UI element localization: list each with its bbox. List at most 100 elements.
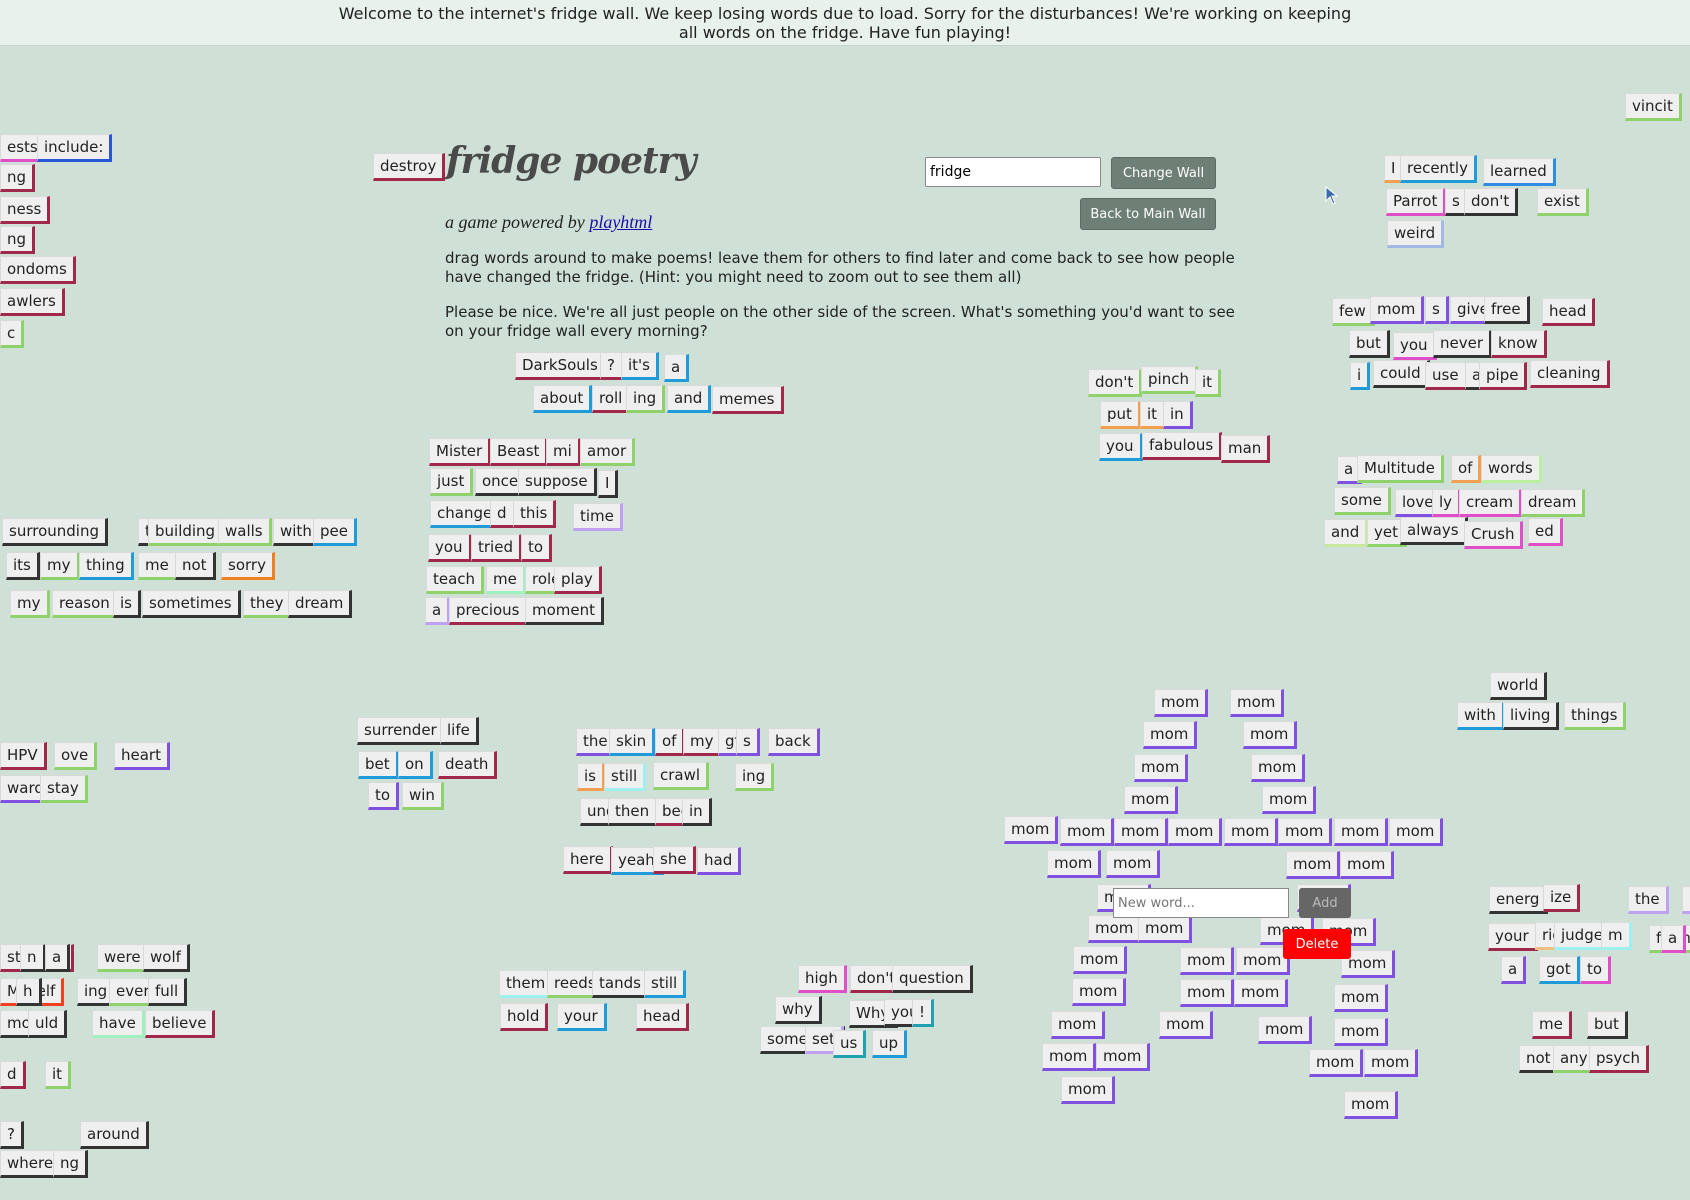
word-magnet-mom[interactable]: mom (1334, 1018, 1389, 1046)
word-magnet[interactable]: on (398, 751, 433, 779)
word-magnet[interactable]: then (608, 798, 659, 826)
word-magnet-mom[interactable]: mom (1051, 1011, 1106, 1039)
word-magnet[interactable]: my (683, 728, 723, 756)
word-magnet[interactable]: wolf (143, 944, 190, 972)
word-magnet[interactable]: ng (53, 1150, 89, 1178)
new-word-input[interactable] (1113, 888, 1289, 918)
word-magnet-mom[interactable]: mom (1389, 818, 1444, 846)
word-magnet-mom[interactable]: mom (1060, 818, 1115, 846)
word-magnet[interactable]: free (1484, 296, 1530, 324)
word-magnet[interactable]: my (40, 552, 80, 580)
word-magnet[interactable]: thing (79, 552, 134, 580)
word-magnet[interactable]: suppose (518, 468, 597, 496)
word-magnet[interactable]: c (0, 320, 25, 348)
word-magnet[interactable]: pipe (1479, 362, 1528, 390)
word-magnet[interactable]: ness (0, 196, 51, 224)
word-magnet[interactable]: my (10, 590, 50, 618)
word-magnet[interactable]: man (1221, 435, 1271, 463)
word-magnet[interactable]: up (872, 1030, 908, 1058)
word-magnet[interactable]: me (1532, 1011, 1572, 1039)
word-magnet[interactable]: s (1425, 296, 1449, 324)
word-magnet[interactable]: mi (546, 438, 581, 466)
word-magnet[interactable]: hold (500, 1003, 549, 1031)
word-magnet[interactable]: the (1628, 886, 1669, 914)
word-magnet-mom[interactable]: mom (1138, 915, 1193, 943)
word-magnet[interactable]: walls (218, 518, 272, 546)
word-magnet-mom[interactable]: mom (1047, 850, 1102, 878)
word-magnet[interactable]: heart (114, 742, 170, 770)
word-magnet[interactable]: still (644, 970, 687, 998)
word-magnet[interactable]: still (604, 763, 647, 791)
word-magnet[interactable]: here (563, 846, 613, 874)
word-magnet-mom[interactable]: mom (1159, 1011, 1214, 1039)
word-magnet[interactable]: tried (471, 534, 522, 562)
word-magnet[interactable]: this (513, 500, 557, 528)
word-magnet[interactable]: teach (426, 566, 485, 594)
word-magnet[interactable]: Multitude (1357, 455, 1444, 483)
word-magnet-mom[interactable]: mom (1234, 979, 1289, 1007)
word-magnet[interactable]: Parrot (1386, 188, 1447, 216)
word-magnet[interactable]: of (655, 728, 686, 756)
word-magnet[interactable]: amor (580, 438, 636, 466)
word-magnet[interactable]: don't (1464, 188, 1519, 216)
word-magnet[interactable]: psych (1589, 1045, 1649, 1073)
word-magnet[interactable]: it's (621, 352, 659, 380)
word-magnet[interactable]: sometimes (142, 590, 241, 618)
word-magnet-mom[interactable]: mom (1344, 1091, 1399, 1119)
word-magnet-mom[interactable]: mom (1143, 721, 1198, 749)
word-magnet[interactable]: tands (592, 970, 650, 998)
word-magnet[interactable]: had (697, 847, 742, 875)
word-magnet[interactable]: surrounding (2, 518, 108, 546)
word-magnet-mom[interactable]: mom (1309, 1049, 1364, 1077)
word-magnet[interactable]: head (636, 1003, 690, 1031)
word-magnet[interactable]: but (1349, 330, 1390, 358)
word-magnet[interactable]: death (438, 751, 498, 779)
word-magnet[interactable]: d (0, 1061, 26, 1089)
word-magnet[interactable]: energ (1489, 886, 1549, 914)
word-magnet-mom[interactable]: mom (1243, 721, 1298, 749)
word-magnet[interactable]: a (1661, 925, 1687, 953)
word-magnet[interactable]: put (1100, 401, 1141, 429)
word-magnet[interactable]: bomb (1682, 886, 1690, 914)
word-magnet[interactable]: a (1501, 956, 1527, 984)
word-magnet[interactable]: sorry (221, 552, 275, 580)
word-magnet[interactable]: to (1580, 956, 1612, 984)
word-magnet[interactable]: me (138, 552, 178, 580)
word-magnet[interactable]: have (92, 1010, 145, 1038)
word-magnet-mom[interactable]: mom (1230, 689, 1285, 717)
word-magnet[interactable]: cream (1459, 489, 1523, 517)
word-magnet[interactable]: me (486, 566, 526, 594)
word-magnet[interactable]: reason (52, 590, 119, 618)
word-magnet[interactable]: pee (313, 518, 357, 546)
word-magnet[interactable]: around (80, 1121, 149, 1149)
word-magnet[interactable]: learned (1483, 158, 1556, 186)
word-magnet[interactable]: always (1400, 517, 1468, 545)
word-magnet[interactable]: is (113, 590, 141, 618)
playhtml-link[interactable]: playhtml (589, 212, 652, 232)
word-magnet[interactable]: in (682, 798, 712, 826)
word-magnet-mom[interactable]: mom (1180, 947, 1235, 975)
word-magnet[interactable]: destroy (373, 153, 446, 181)
word-magnet-mom[interactable]: mom (1224, 818, 1279, 846)
word-magnet[interactable]: with (1457, 702, 1505, 730)
word-magnet[interactable]: awlers (0, 288, 65, 316)
word-magnet[interactable]: of (1451, 455, 1482, 483)
word-magnet[interactable]: just (430, 468, 474, 496)
word-magnet-mom[interactable]: mom (1042, 1043, 1097, 1071)
word-magnet[interactable]: h (16, 978, 42, 1006)
word-magnet[interactable]: you (1393, 332, 1437, 360)
delete-word-button[interactable]: Delete (1283, 929, 1351, 959)
word-magnet[interactable]: crawl (653, 762, 710, 790)
word-magnet[interactable]: Mister (429, 438, 492, 466)
back-to-main-wall-button[interactable]: Back to Main Wall (1080, 198, 1216, 230)
word-magnet[interactable]: building (148, 518, 225, 546)
word-magnet[interactable]: she (653, 846, 696, 874)
word-magnet[interactable]: its (6, 552, 40, 580)
word-magnet[interactable]: to (368, 782, 400, 810)
word-magnet[interactable]: head (1542, 298, 1596, 326)
word-magnet[interactable]: full (148, 978, 188, 1006)
word-magnet[interactable]: us (833, 1030, 867, 1058)
word-magnet[interactable]: ! (912, 999, 935, 1027)
word-magnet[interactable]: high (798, 965, 847, 993)
word-magnet[interactable]: exist (1537, 188, 1589, 216)
